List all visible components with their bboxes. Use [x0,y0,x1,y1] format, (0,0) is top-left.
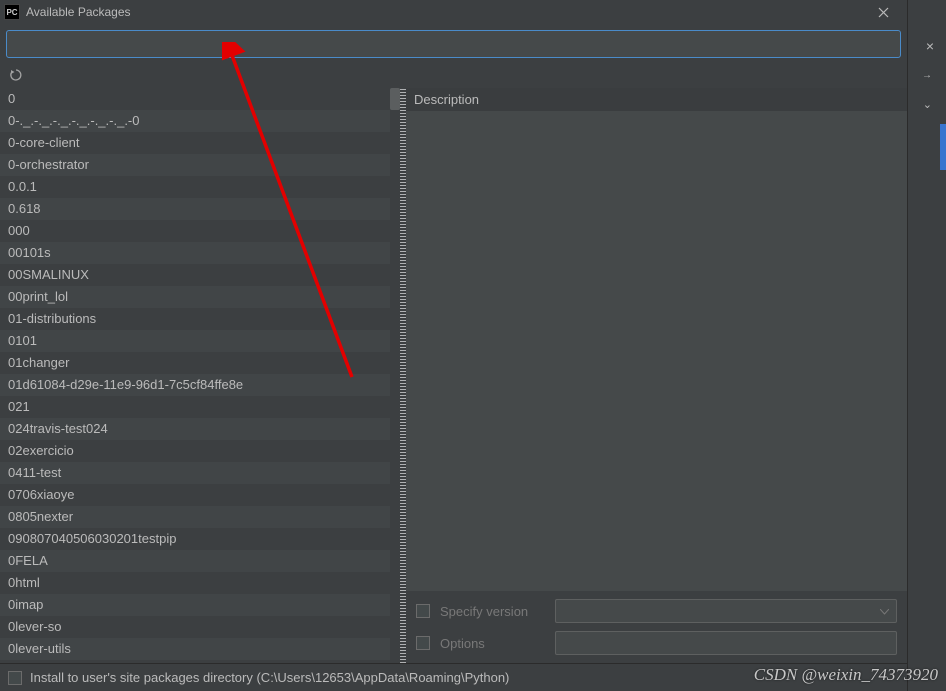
specify-version-checkbox[interactable] [416,604,430,618]
options-row: Options [416,631,897,655]
package-item[interactable]: 0-orchestrator [0,154,390,176]
options-area: Specify version Options [406,591,907,663]
install-to-user-checkbox[interactable] [8,671,22,685]
window-title: Available Packages [26,5,863,19]
package-list-panel: 00-._.-._.-._.-._.-._.-._.-00-core-clien… [0,88,400,663]
package-item[interactable]: 0FELA [0,550,390,572]
install-to-user-label: Install to user's site packages director… [30,670,509,685]
bottom-bar: Install to user's site packages director… [0,663,907,691]
package-item[interactable]: 02exercicio [0,440,390,462]
package-item[interactable]: 0-._.-._.-._.-._.-._.-._.-0 [0,110,390,132]
package-item[interactable]: 0imap [0,594,390,616]
options-checkbox[interactable] [416,636,430,650]
bg-chevron-icon: → [922,70,932,81]
description-panel: Description Specify version Options [406,88,907,663]
package-item[interactable]: 01changer [0,352,390,374]
refresh-button[interactable] [6,65,26,85]
package-item[interactable]: 00SMALINUX [0,264,390,286]
search-input[interactable] [6,30,901,58]
package-list[interactable]: 00-._.-._.-._.-._.-._.-._.-00-core-clien… [0,88,390,663]
search-row [0,24,907,62]
package-item[interactable]: 0 [0,88,390,110]
main-split: 00-._.-._.-._.-._.-._.-._.-00-core-clien… [0,88,907,663]
package-item[interactable]: 024travis-test024 [0,418,390,440]
background-window: × → ⌄ [908,0,946,691]
package-list-scrollbar[interactable] [390,88,400,663]
package-item[interactable]: 0lever-so [0,616,390,638]
titlebar: PC Available Packages [0,0,907,24]
package-item[interactable]: 00101s [0,242,390,264]
available-packages-dialog: PC Available Packages 00-._.-._ [0,0,908,691]
options-label: Options [440,636,545,651]
toolbar [0,62,907,88]
package-item[interactable]: 000 [0,220,390,242]
refresh-icon [9,68,23,82]
bg-close-icon[interactable]: × [926,38,934,54]
bg-blue-accent [940,124,946,170]
package-item[interactable]: 0.618 [0,198,390,220]
package-item[interactable]: 090807040506030201testpip [0,528,390,550]
chevron-down-icon [880,609,889,615]
description-body [406,111,907,591]
window-close-button[interactable] [863,0,903,24]
specify-version-row: Specify version [416,599,897,623]
package-item[interactable]: 0101 [0,330,390,352]
bg-caret-icon: ⌄ [923,98,932,111]
package-item[interactable]: 0706xiaoye [0,484,390,506]
package-item[interactable]: 0.0.1 [0,176,390,198]
package-item[interactable]: 01d61084-d29e-11e9-96d1-7c5cf84ffe8e [0,374,390,396]
description-header: Description [406,88,907,111]
specify-version-label: Specify version [440,604,545,619]
options-input[interactable] [555,631,897,655]
package-item[interactable]: 0html [0,572,390,594]
specify-version-dropdown[interactable] [555,599,897,623]
package-item[interactable]: 0805nexter [0,506,390,528]
close-icon [878,7,889,18]
package-item[interactable]: 021 [0,396,390,418]
package-item[interactable]: 01-distributions [0,308,390,330]
package-item[interactable]: 00print_lol [0,286,390,308]
package-item[interactable]: 0-core-client [0,132,390,154]
package-item[interactable]: 0lever-utils [0,638,390,660]
scrollbar-thumb[interactable] [390,88,400,110]
pycharm-icon: PC [4,4,20,20]
package-item[interactable]: 0411-test [0,462,390,484]
